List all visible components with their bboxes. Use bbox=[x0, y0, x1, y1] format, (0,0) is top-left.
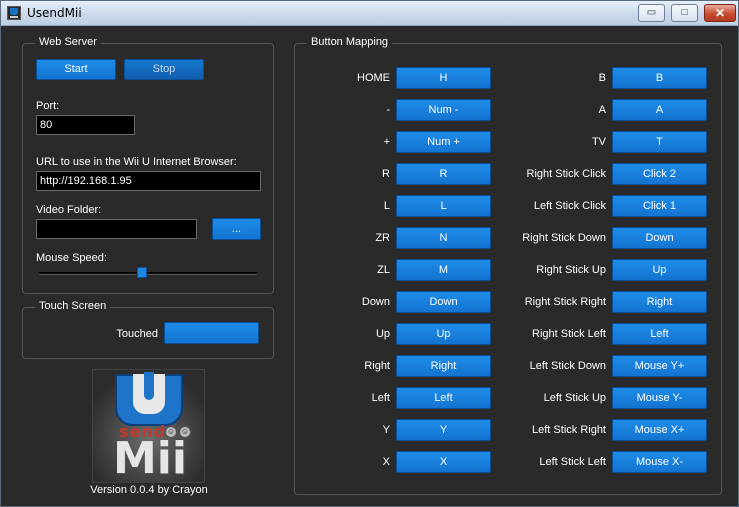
url-field[interactable]: http://192.168.1.95 bbox=[36, 171, 261, 191]
mapping-key-button[interactable]: Down bbox=[612, 227, 707, 249]
mapping-label: R bbox=[382, 168, 390, 180]
port-label: Port: bbox=[36, 100, 60, 112]
mapping-key-button[interactable]: Up bbox=[396, 323, 491, 345]
close-button[interactable]: ✕ bbox=[704, 4, 736, 22]
mapping-label: Left Stick Right bbox=[532, 424, 606, 436]
mapping-label: Right Stick Left bbox=[532, 328, 606, 340]
mapping-key-button[interactable]: Up bbox=[612, 259, 707, 281]
mapping-key-button[interactable]: L bbox=[396, 195, 491, 217]
mapping-key-button[interactable]: Down bbox=[396, 291, 491, 313]
app-window: UsendMii ▭ □ ✕ Web Server Start Stop Por… bbox=[0, 0, 739, 507]
window-title: UsendMii bbox=[27, 6, 82, 20]
mouse-speed-label: Mouse Speed: bbox=[36, 252, 107, 264]
mapping-key-button[interactable]: N bbox=[396, 227, 491, 249]
start-button[interactable]: Start bbox=[36, 59, 116, 80]
mapping-key-button[interactable]: Y bbox=[396, 419, 491, 441]
mapping-key-button[interactable]: Mouse Y+ bbox=[612, 355, 707, 377]
mapping-label: Down bbox=[361, 296, 390, 308]
mapping-label: Up bbox=[375, 328, 390, 340]
mapping-label: Right Stick Click bbox=[526, 168, 606, 180]
mapping-label: Left bbox=[371, 392, 390, 404]
mapping-key-button[interactable]: Click 2 bbox=[612, 163, 707, 185]
button-mapping-group-label: Button Mapping bbox=[307, 36, 393, 48]
mapping-label: - bbox=[386, 104, 390, 116]
mapping-label: TV bbox=[591, 136, 606, 148]
mapping-key-button[interactable]: Left bbox=[396, 387, 491, 409]
logo-u-shape bbox=[115, 372, 183, 426]
browse-button[interactable]: ... bbox=[212, 218, 261, 240]
app-icon bbox=[7, 6, 21, 20]
title-bar[interactable]: UsendMii ▭ □ ✕ bbox=[1, 1, 738, 26]
mapping-key-button[interactable]: Left bbox=[612, 323, 707, 345]
mapping-key-button[interactable]: Num - bbox=[396, 99, 491, 121]
mapping-label: Left Stick Left bbox=[539, 456, 606, 468]
mapping-label: Right bbox=[364, 360, 390, 372]
mapping-key-button[interactable]: X bbox=[396, 451, 491, 473]
mapping-key-button[interactable]: Mouse Y- bbox=[612, 387, 707, 409]
mapping-label: HOME bbox=[357, 72, 390, 84]
mapping-key-button[interactable]: M bbox=[396, 259, 491, 281]
mapping-label: Right Stick Down bbox=[522, 232, 606, 244]
mapping-label: ZR bbox=[375, 232, 390, 244]
mapping-label: Right Stick Right bbox=[524, 296, 606, 308]
mapping-key-button[interactable]: Click 1 bbox=[612, 195, 707, 217]
mapping-key-button[interactable]: Num + bbox=[396, 131, 491, 153]
url-label: URL to use in the Wii U Internet Browser… bbox=[36, 156, 237, 168]
mapping-label: ZL bbox=[377, 264, 390, 276]
mapping-label: X bbox=[382, 456, 390, 468]
mapping-label: Left Stick Down bbox=[529, 360, 606, 372]
touched-label: Touched bbox=[116, 328, 158, 340]
mouse-speed-slider-track[interactable] bbox=[39, 272, 257, 275]
mapping-key-button[interactable]: Right bbox=[612, 291, 707, 313]
usendmii-logo: send ☺ ☺ Mii bbox=[92, 369, 205, 483]
logo-mii-text: Mii bbox=[113, 433, 187, 484]
minimize-button[interactable]: ▭ bbox=[638, 4, 665, 22]
mapping-key-button[interactable]: R bbox=[396, 163, 491, 185]
mapping-key-button[interactable]: B bbox=[612, 67, 707, 89]
mapping-label: Right Stick Up bbox=[536, 264, 606, 276]
mapping-label: + bbox=[383, 136, 390, 148]
web-server-group-label: Web Server bbox=[35, 36, 101, 48]
mapping-key-button[interactable]: Mouse X- bbox=[612, 451, 707, 473]
mapping-label: A bbox=[598, 104, 606, 116]
touched-indicator[interactable] bbox=[164, 322, 259, 344]
stop-button[interactable]: Stop bbox=[124, 59, 204, 80]
mapping-label: B bbox=[598, 72, 606, 84]
mapping-key-button[interactable]: Mouse X+ bbox=[612, 419, 707, 441]
video-folder-field[interactable] bbox=[36, 219, 197, 239]
mapping-key-button[interactable]: H bbox=[396, 67, 491, 89]
port-field[interactable]: 80 bbox=[36, 115, 135, 135]
mapping-label: L bbox=[383, 200, 390, 212]
mapping-key-button[interactable]: T bbox=[612, 131, 707, 153]
touch-screen-group-label: Touch Screen bbox=[35, 300, 111, 312]
video-folder-label: Video Folder: bbox=[36, 204, 102, 216]
mapping-label: Left Stick Up bbox=[543, 392, 606, 404]
mouse-speed-slider-thumb[interactable] bbox=[136, 267, 147, 278]
maximize-button[interactable]: □ bbox=[671, 4, 698, 22]
version-text: Version 0.0.4 by Crayon bbox=[90, 484, 208, 496]
mapping-label: Y bbox=[382, 424, 390, 436]
mapping-key-button[interactable]: A bbox=[612, 99, 707, 121]
mapping-key-button[interactable]: Right bbox=[396, 355, 491, 377]
mapping-label: Left Stick Click bbox=[533, 200, 606, 212]
